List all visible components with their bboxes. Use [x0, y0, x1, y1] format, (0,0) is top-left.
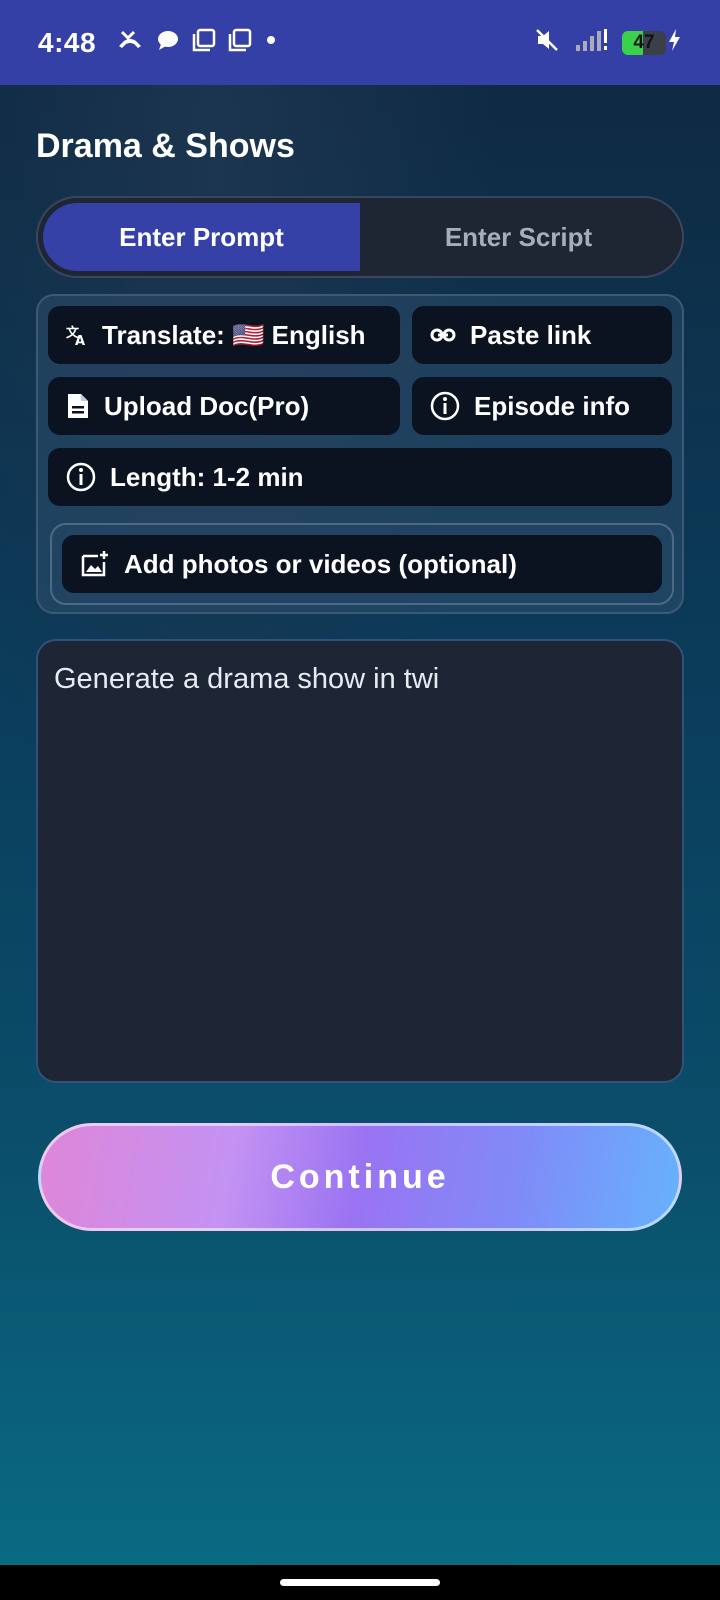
battery-icon: 47 [622, 27, 682, 58]
add-photo-icon [81, 551, 108, 577]
signal-icon [574, 27, 608, 58]
system-icons: 47 [534, 27, 682, 58]
episode-info-button[interactable]: Episode info [412, 377, 672, 435]
paste-link-button[interactable]: Paste link [412, 306, 672, 364]
charging-icon [666, 27, 682, 58]
episode-info-label: Episode info [474, 390, 630, 421]
continue-button[interactable]: Continue [38, 1123, 682, 1231]
missed-call-icon [116, 28, 144, 57]
navigation-bar [0, 1565, 720, 1600]
home-indicator[interactable] [280, 1579, 440, 1586]
add-media-button[interactable]: Add photos or videos (optional) [62, 535, 662, 593]
chat-bubble-icon [156, 28, 180, 57]
document-icon [68, 394, 88, 418]
translate-label: Translate: 🇺🇸 English [102, 319, 366, 350]
length-label: Length: 1-2 min [110, 461, 304, 492]
battery-level: 47 [633, 31, 655, 53]
copy-icon [192, 28, 216, 57]
upload-doc-label: Upload Doc(Pro) [104, 390, 310, 421]
app-screen: Drama & Shows Enter Prompt Enter Script … [0, 85, 720, 1565]
notification-icons [116, 28, 278, 57]
translate-icon: 文A [66, 325, 85, 346]
dot-icon [264, 28, 278, 57]
media-upload-area: Add photos or videos (optional) [50, 523, 674, 605]
paste-link-label: Paste link [470, 319, 592, 350]
mode-tabs: Enter Prompt Enter Script [36, 196, 684, 278]
link-icon [430, 328, 456, 342]
tab-enter-script[interactable]: Enter Script [360, 203, 677, 271]
svg-text:A: A [75, 334, 85, 346]
status-bar: 4:48 47 [0, 0, 720, 85]
add-media-label: Add photos or videos (optional) [124, 548, 517, 579]
info-icon [66, 462, 96, 492]
info-icon [430, 391, 460, 421]
status-time: 4:48 [38, 26, 97, 58]
tab-enter-prompt[interactable]: Enter Prompt [43, 203, 360, 271]
translate-button[interactable]: 文A Translate: 🇺🇸 English [48, 306, 400, 364]
prompt-textarea[interactable]: Generate a drama show in twi [36, 639, 684, 1083]
length-button[interactable]: Length: 1-2 min [48, 448, 672, 506]
copy-icon [228, 28, 252, 57]
options-panel: 文A Translate: 🇺🇸 English Paste link Uplo… [36, 294, 684, 614]
upload-doc-button[interactable]: Upload Doc(Pro) [48, 377, 400, 435]
mute-icon [534, 27, 560, 58]
prompt-text: Generate a drama show in twi [54, 663, 440, 695]
page-title: Drama & Shows [36, 127, 295, 165]
